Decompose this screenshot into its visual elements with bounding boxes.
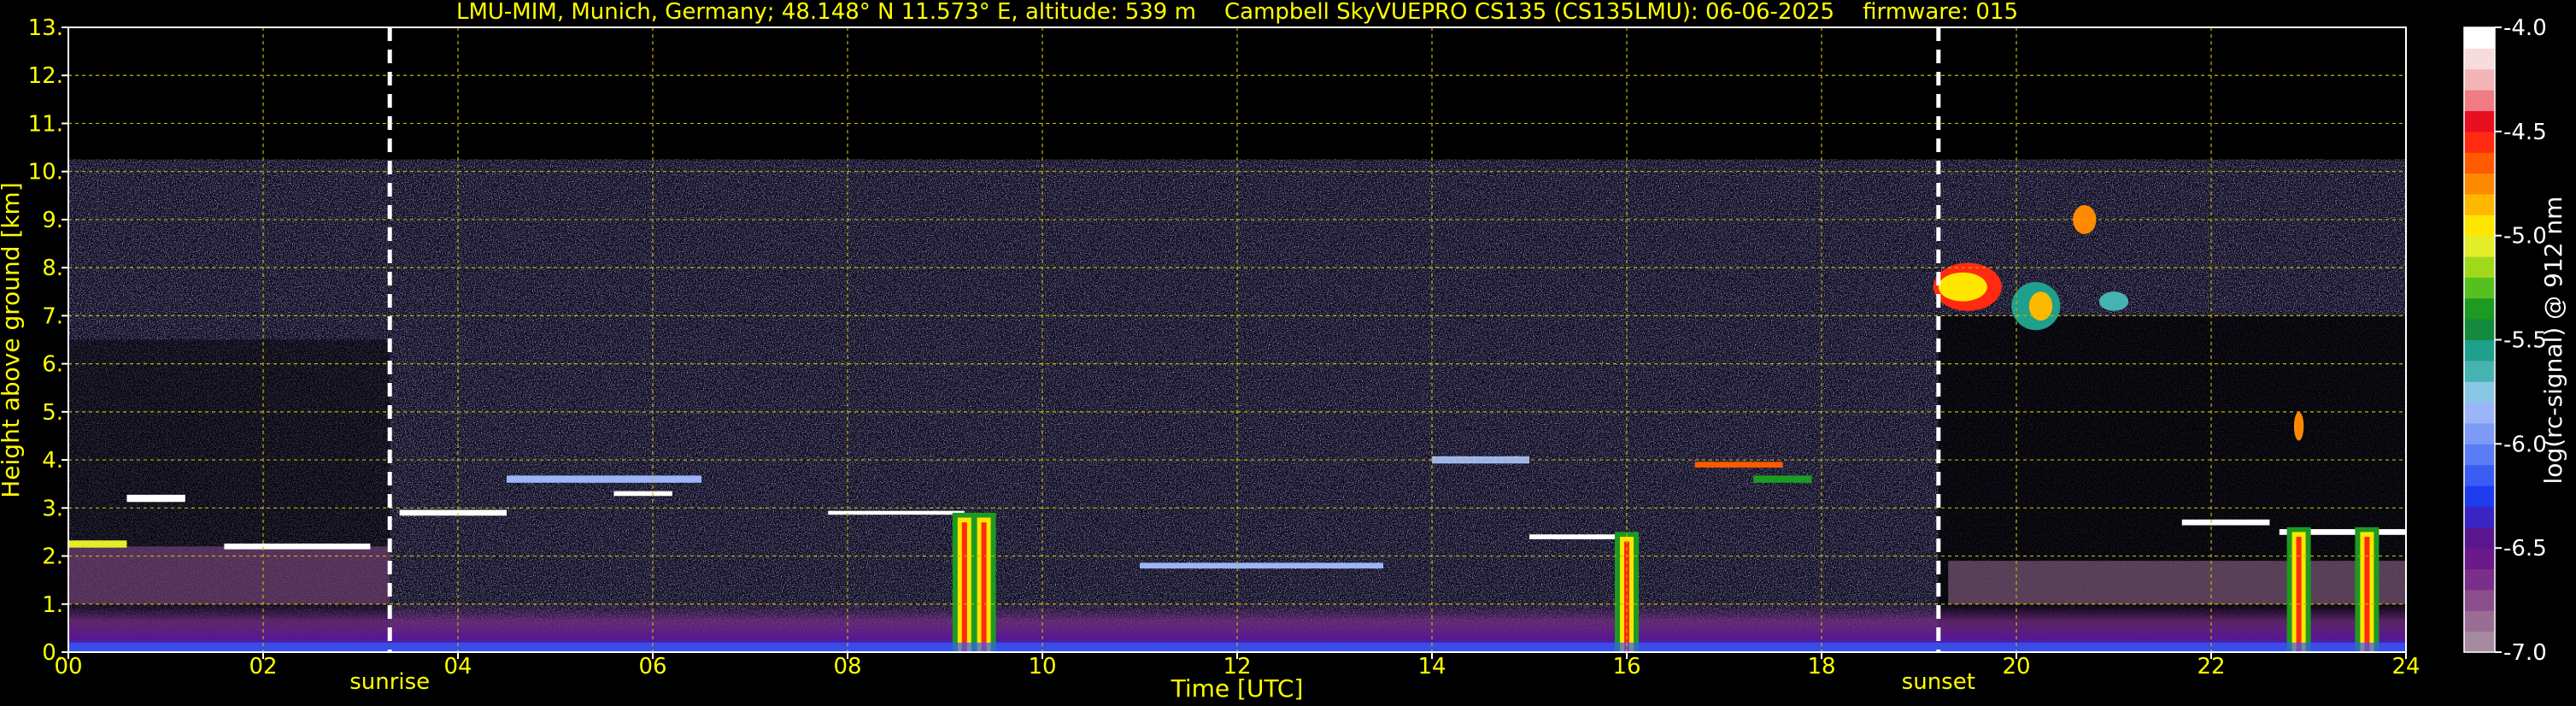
colorbar-segment xyxy=(2464,215,2495,237)
colorbar-segment xyxy=(2464,110,2495,132)
x-tick-label: 04 xyxy=(443,654,472,680)
y-tick-label: 7. xyxy=(42,303,63,329)
colorbar-segment xyxy=(2464,48,2495,70)
y-tick-label: 1. xyxy=(42,592,63,618)
high-cloud-1-core xyxy=(1938,272,1987,302)
colorbar-tick-label: -4.0 xyxy=(2503,15,2547,41)
x-tick-label: 18 xyxy=(1807,654,1835,680)
x-axis-label: Time [UTC] xyxy=(1171,674,1304,703)
colorbar-segment xyxy=(2464,256,2495,278)
x-tick-label: 16 xyxy=(1612,654,1640,680)
colorbar-segment xyxy=(2464,235,2495,257)
y-tick-label: 9. xyxy=(42,208,63,233)
y-tick-label: 0. xyxy=(42,640,63,666)
precip-streak-4 xyxy=(2355,527,2379,652)
colorbar-segment xyxy=(2464,485,2495,507)
cloud-afternoon-1 xyxy=(1432,456,1529,464)
colorbar-segment xyxy=(2464,173,2495,195)
x-tick-label: 24 xyxy=(2391,654,2420,680)
y-tick-label: 4. xyxy=(42,448,63,474)
x-tick-label: 06 xyxy=(638,654,666,680)
x-tick-label: 02 xyxy=(249,654,277,680)
colorbar-segment xyxy=(2464,277,2495,299)
precip-streak-1 xyxy=(971,512,996,652)
x-tick-label: 08 xyxy=(833,654,861,680)
high-cloud-5 xyxy=(2293,411,2304,441)
cloud-afternoon-3 xyxy=(1694,462,1783,468)
cloud-evening-1 xyxy=(2181,519,2270,526)
colorbar-segment xyxy=(2464,506,2495,528)
colorbar-tick-label: -7.0 xyxy=(2503,640,2547,666)
morning-residual-layer xyxy=(68,546,390,604)
cloud-afternoon-4 xyxy=(1753,475,1812,483)
colorbar-segment xyxy=(2464,339,2495,362)
chart-title: LMU-MIM, Munich, Germany; 48.148° N 11.5… xyxy=(456,0,2018,25)
cloud-mid-2 xyxy=(507,475,701,483)
colorbar-segment xyxy=(2464,360,2495,382)
cloud-morning-1 xyxy=(68,540,127,548)
x-tick-label: 20 xyxy=(2002,654,2030,680)
y-tick-label: 11. xyxy=(28,111,63,137)
x-tick-label: 22 xyxy=(2197,654,2225,680)
colorbar-segment xyxy=(2464,152,2495,174)
colorbar-segment xyxy=(2464,610,2495,632)
y-tick-label: 13. xyxy=(28,15,63,41)
colorbar-segment xyxy=(2464,631,2495,653)
colorbar-segment xyxy=(2464,589,2495,611)
sunset-label: sunset xyxy=(1902,669,1975,695)
cloud-mid-3 xyxy=(613,491,672,497)
colorbar-tick-label: -6.5 xyxy=(2503,536,2547,562)
y-tick-label: 3. xyxy=(42,496,63,521)
colorbar-segment xyxy=(2464,527,2495,549)
y-tick-label: 10. xyxy=(28,160,63,185)
colorbar-segment xyxy=(2464,548,2495,570)
high-cloud-4 xyxy=(2098,291,2129,311)
colorbar-segment xyxy=(2464,381,2495,403)
y-tick-label: 6. xyxy=(42,352,63,378)
cloud-mid-1 xyxy=(399,509,507,516)
colorbar-segment xyxy=(2464,193,2495,215)
precip-streak-3 xyxy=(2286,527,2311,652)
colorbar-segment xyxy=(2464,568,2495,591)
cloud-mid-4 xyxy=(828,510,965,515)
colorbar-segment xyxy=(2464,27,2495,49)
cloud-morning-3 xyxy=(224,543,371,550)
colorbar-segment xyxy=(2464,402,2495,424)
y-tick-label: 12. xyxy=(28,63,63,89)
colorbar-segment xyxy=(2464,297,2495,320)
colorbar-segment xyxy=(2464,422,2495,444)
y-tick-label: 2. xyxy=(42,544,63,570)
cloud-noon xyxy=(1140,562,1383,569)
colorbar-segment xyxy=(2464,68,2495,91)
colorbar-segment xyxy=(2464,464,2495,486)
ceilometer-chart: sunrise sunset 00 02 04 06 08 10 12 14 16 18 20 22 24… xyxy=(0,0,2567,703)
y-axis-label: Height above ground [km] xyxy=(0,182,25,498)
colorbar-segment xyxy=(2464,444,2495,466)
cloud-morning-2 xyxy=(126,494,185,503)
x-tick-label: 14 xyxy=(1417,654,1446,680)
sunrise-label: sunrise xyxy=(349,669,430,695)
colorbar: -4.0-4.5-5.0-5.5-6.0-6.5-7.0 xyxy=(2463,15,2547,666)
colorbar-label: log(rc-signal) @ 912 nm xyxy=(2539,197,2567,485)
colorbar-segment xyxy=(2464,90,2495,111)
colorbar-segment xyxy=(2464,319,2495,340)
colorbar-segment xyxy=(2464,131,2495,153)
x-tick-label: 10 xyxy=(1028,654,1056,680)
colorbar-tick-label: -4.5 xyxy=(2503,120,2547,145)
y-tick-label: 8. xyxy=(42,256,63,281)
y-tick-label: 5. xyxy=(42,400,63,426)
